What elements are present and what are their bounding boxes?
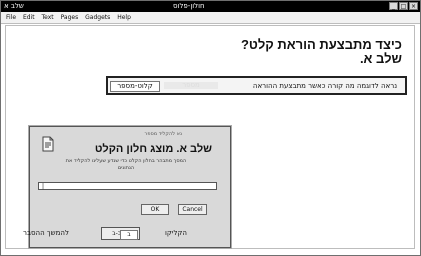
menu-file[interactable]: File (6, 12, 16, 23)
step-b-button[interactable]: שלב-ב ב (101, 227, 140, 240)
ok-button[interactable]: OK (141, 204, 169, 215)
input-caret: | (42, 183, 45, 190)
window-title-left: שלב א (4, 2, 24, 10)
page-title: כיצד מתבצעת הוראת קלט? שלב א. (182, 38, 402, 66)
step-letter: ב (120, 230, 138, 240)
document-icon (42, 136, 54, 152)
page-title-line-1: כיצד מתבצעת הוראת קלט? (240, 37, 402, 52)
maximize-button[interactable]: □ (399, 2, 408, 10)
continue-text: להמשך ההסבר (23, 229, 69, 237)
dialog-top-label: נא להקליד מספר (144, 131, 182, 137)
instruction-text: נראה לדוגמה מה קורה כאשר מתבצעת ההוראה (252, 82, 397, 90)
menu-gadgets[interactable]: Gadgets (85, 12, 110, 23)
instruction-box: קלוט-מספר מספר נראה לדוגמה מה קורה כאשר … (106, 76, 407, 95)
window-controls: _ □ × (389, 2, 418, 10)
click-text: הקליקו (165, 229, 187, 237)
content-area: כיצד מתבצעת הוראת קלט? שלב א. קלוט-מספר … (5, 25, 415, 249)
dialog-title: שלב א. מוצג חלון הקלט (94, 143, 212, 155)
dialog-description: המסך מתבהר בחלון הקלט כדי שנדע שעלינו לה… (65, 158, 187, 171)
minimize-button[interactable]: _ (389, 2, 398, 10)
menu-bar: File Edit Text Pages Gadgets Help (1, 12, 420, 24)
cancel-button[interactable]: Cancel (178, 204, 207, 215)
menu-pages[interactable]: Pages (61, 12, 79, 23)
title-bar: שלב א חולון-פלוס _ □ × (1, 1, 420, 12)
instruction-field-label: קלוט-מספר (110, 81, 160, 92)
menu-edit[interactable]: Edit (23, 12, 35, 23)
window-title-center: חולון-פלוס (173, 2, 205, 10)
app-window: שלב א חולון-פלוס _ □ × File Edit Text Pa… (0, 0, 421, 256)
close-button[interactable]: × (409, 2, 418, 10)
dialog-input[interactable]: | (38, 182, 217, 190)
menu-text[interactable]: Text (42, 12, 54, 23)
footer: להמשך ההסבר שלב-ב ב הקליקו (23, 226, 223, 240)
menu-help[interactable]: Help (117, 12, 131, 23)
page-title-line-2: שלב א. (359, 51, 402, 66)
